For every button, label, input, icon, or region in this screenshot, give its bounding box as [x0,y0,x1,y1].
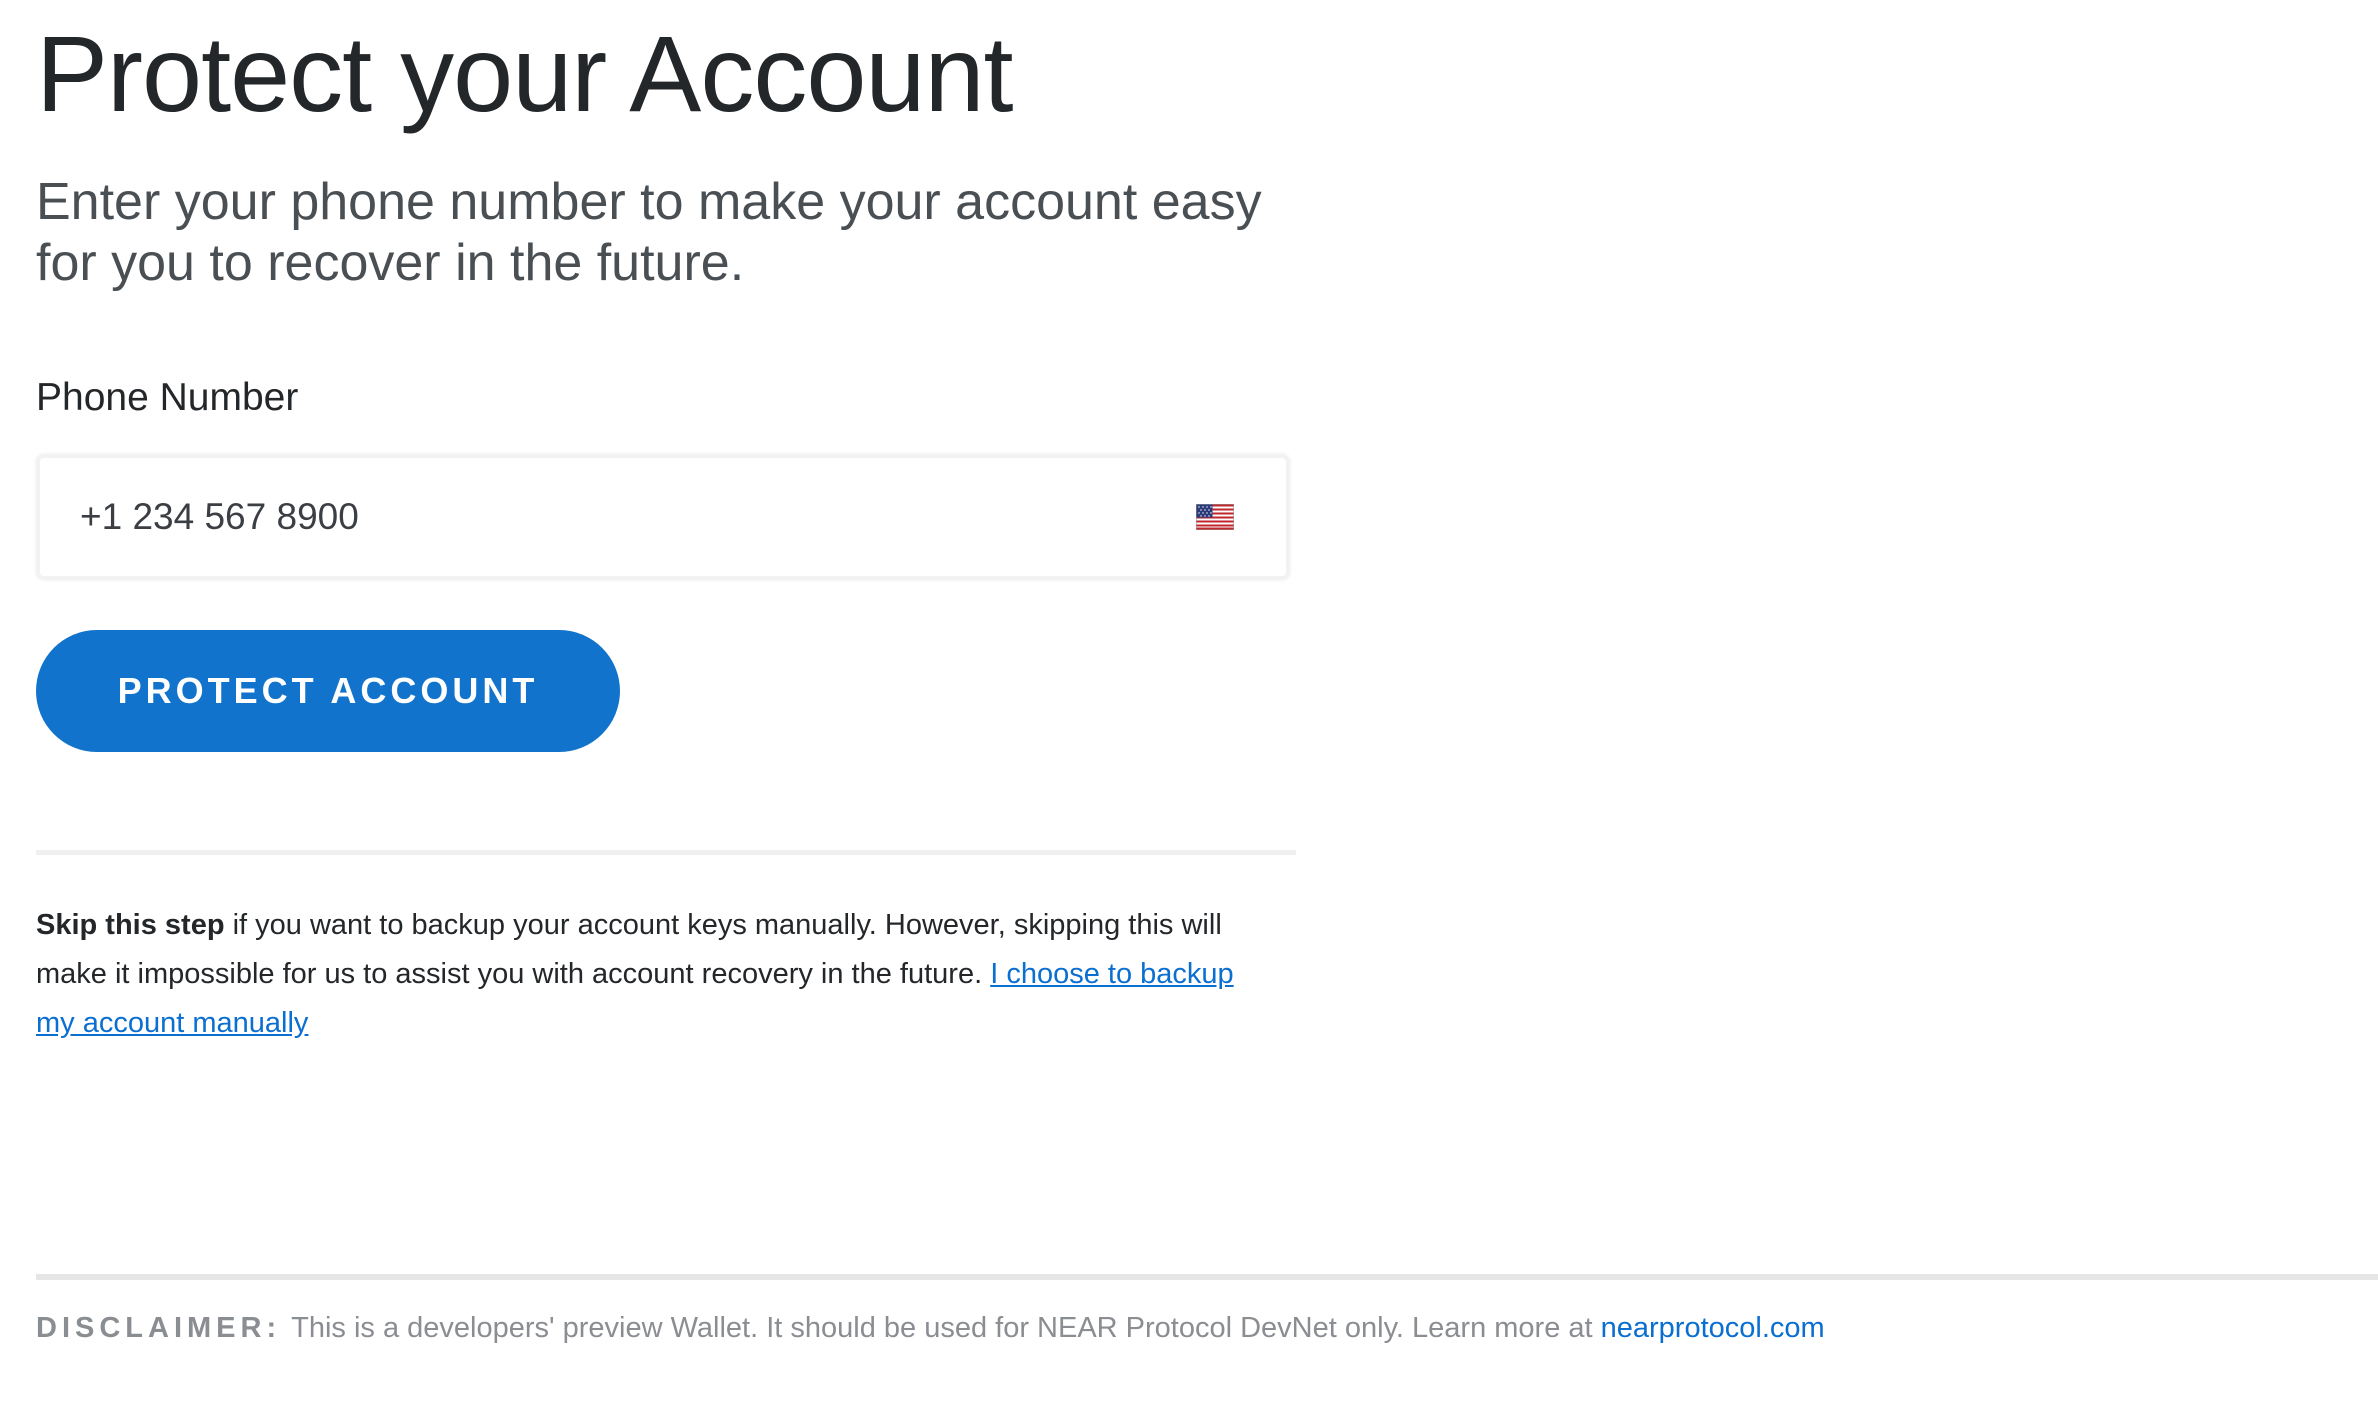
phone-number-label: Phone Number [36,376,299,419]
disclaimer-text: This is a developers' preview Wallet. It… [291,1312,1601,1344]
skip-step-bold: Skip this step [36,909,225,941]
main-content: Protect your Account Enter your phone nu… [36,0,1296,1048]
us-flag-icon[interactable] [1196,504,1234,530]
skip-step-notice: Skip this step if you want to backup you… [36,901,1276,1048]
phone-number-field [36,454,1290,580]
page-subtitle: Enter your phone number to make your acc… [36,173,1262,292]
section-divider [36,850,1296,855]
disclaimer: DISCLAIMER: This is a developers' preview… [36,1308,1825,1348]
page-title: Protect your Account [36,13,1014,134]
nearprotocol-link[interactable]: nearprotocol.com [1601,1312,1825,1344]
disclaimer-label: DISCLAIMER: [36,1312,282,1344]
protect-account-button[interactable]: PROTECT ACCOUNT [36,630,620,752]
phone-number-input[interactable] [80,484,1080,550]
footer-divider [36,1274,2378,1280]
